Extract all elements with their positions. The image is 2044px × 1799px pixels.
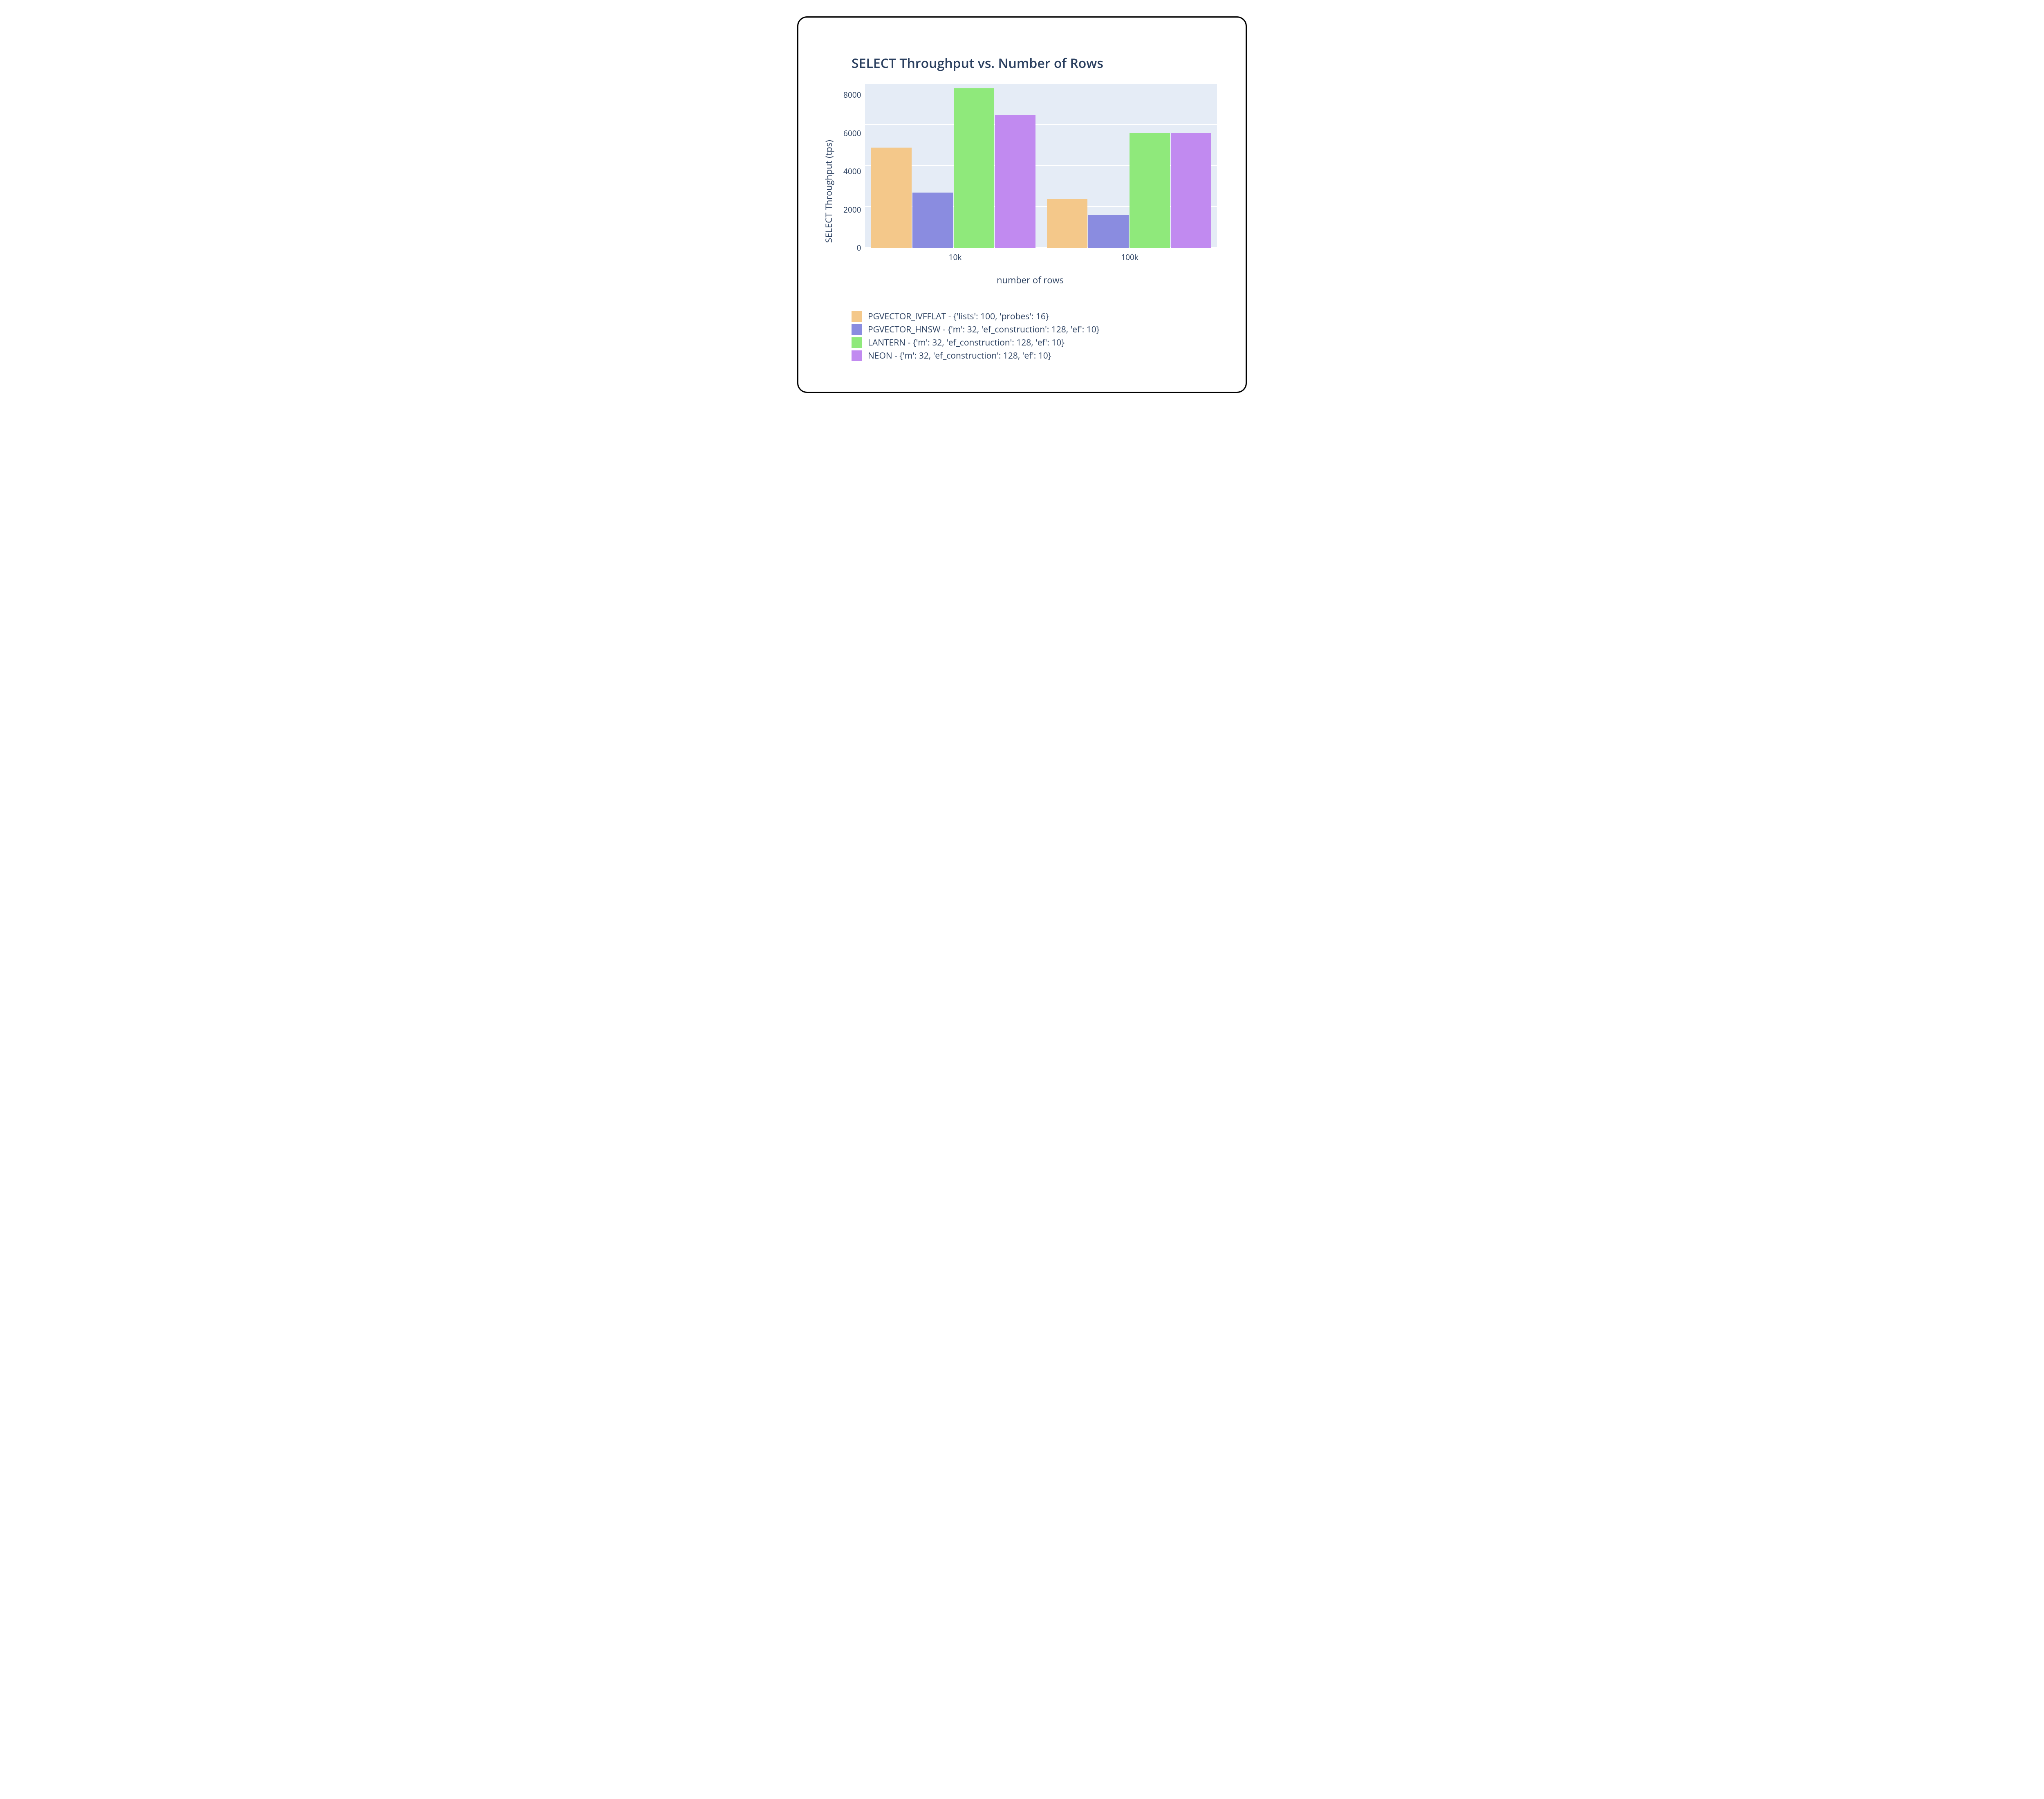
y-tick-label: 4000 xyxy=(843,166,861,177)
legend-swatch xyxy=(852,311,862,322)
legend-swatch xyxy=(852,324,862,335)
y-axis-ticks: 80006000400020000 xyxy=(843,84,865,248)
x-tick-label: 10k xyxy=(868,248,1042,262)
y-tick-label: 0 xyxy=(857,242,861,253)
legend-label: LANTERN - {'m': 32, 'ef_construction': 1… xyxy=(868,337,1065,348)
legend: PGVECTOR_IVFFLAT - {'lists': 100, 'probe… xyxy=(852,311,1217,361)
legend-swatch xyxy=(852,337,862,348)
legend-item[interactable]: PGVECTOR_IVFFLAT - {'lists': 100, 'probe… xyxy=(852,311,1217,322)
bar[interactable] xyxy=(1130,133,1170,248)
x-tick-label: 100k xyxy=(1042,248,1217,262)
plot-area[interactable] xyxy=(865,84,1217,248)
x-axis-ticks: 10k100k xyxy=(843,248,1217,262)
legend-label: NEON - {'m': 32, 'ef_construction': 128,… xyxy=(868,350,1051,361)
legend-item[interactable]: PGVECTOR_HNSW - {'m': 32, 'ef_constructi… xyxy=(852,324,1217,335)
bar[interactable] xyxy=(912,193,953,248)
legend-swatch xyxy=(852,350,862,361)
legend-item[interactable]: LANTERN - {'m': 32, 'ef_construction': 1… xyxy=(852,337,1217,348)
bar-groups xyxy=(865,84,1217,248)
legend-label: PGVECTOR_IVFFLAT - {'lists': 100, 'probe… xyxy=(868,311,1049,322)
bar[interactable] xyxy=(1047,199,1087,248)
y-tick-label: 8000 xyxy=(843,90,861,100)
x-axis-label: number of rows xyxy=(843,274,1217,286)
y-axis-label: SELECT Throughput (tps) xyxy=(823,140,835,243)
chart-card: SELECT Throughput vs. Number of Rows SEL… xyxy=(797,16,1247,393)
y-tick-label: 6000 xyxy=(843,128,861,139)
plot: 80006000400020000 xyxy=(843,84,1217,248)
chart-title: SELECT Throughput vs. Number of Rows xyxy=(852,54,1217,72)
y-tick-label: 2000 xyxy=(843,204,861,215)
bar-group xyxy=(1041,84,1217,248)
legend-item[interactable]: NEON - {'m': 32, 'ef_construction': 128,… xyxy=(852,350,1217,361)
chart-wrap: SELECT Throughput (tps) 8000600040002000… xyxy=(843,84,1217,286)
bar[interactable] xyxy=(954,88,994,248)
bar[interactable] xyxy=(995,115,1035,248)
legend-label: PGVECTOR_HNSW - {'m': 32, 'ef_constructi… xyxy=(868,324,1100,335)
bar[interactable] xyxy=(871,148,911,248)
bar[interactable] xyxy=(1088,215,1129,248)
bar-group xyxy=(865,84,1041,248)
bar[interactable] xyxy=(1171,133,1211,248)
